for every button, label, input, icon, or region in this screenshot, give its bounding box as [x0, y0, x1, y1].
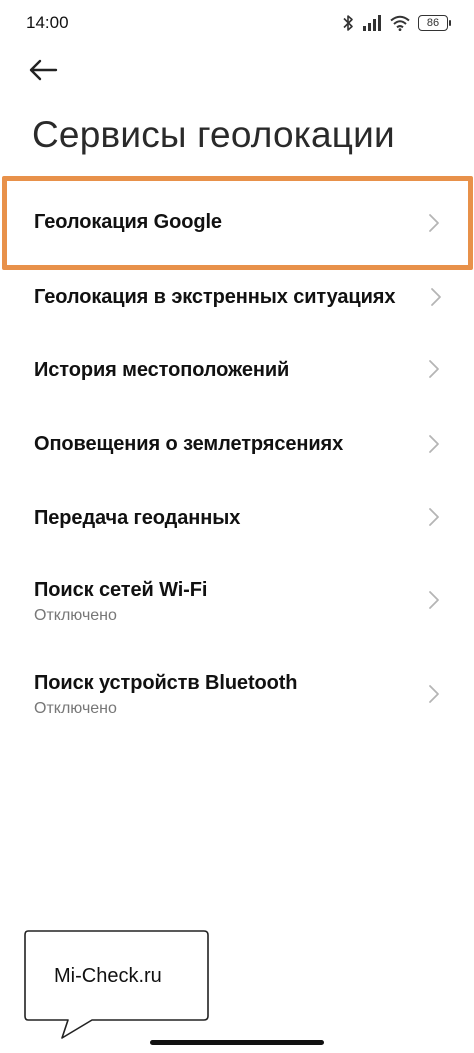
- signal-icon: [362, 15, 382, 31]
- bluetooth-icon: [342, 14, 354, 32]
- list-item-location-history[interactable]: История местоположений: [0, 336, 474, 406]
- back-button[interactable]: [28, 54, 68, 90]
- list-item-bluetooth-scanning[interactable]: Поиск устройств Bluetooth Отключено: [0, 656, 474, 736]
- item-title: Геолокация в экстренных ситуациях: [34, 286, 396, 308]
- chevron-right-icon: [428, 434, 440, 454]
- item-title: Оповещения о землетрясениях: [34, 433, 344, 455]
- battery-level: 86: [426, 16, 440, 29]
- arrow-left-icon: [28, 59, 58, 86]
- chevron-right-icon: [428, 507, 440, 527]
- home-indicator[interactable]: [150, 1040, 324, 1045]
- chevron-right-icon: [428, 359, 440, 379]
- item-subtitle: Отключено: [34, 700, 117, 717]
- item-title: История местоположений: [34, 359, 290, 381]
- item-subtitle: Отключено: [34, 607, 117, 624]
- watermark-text: Mi-Check.ru: [54, 965, 162, 987]
- highlight-frame: [2, 176, 473, 270]
- item-title: Поиск устройств Bluetooth: [34, 672, 298, 694]
- item-title: Передача геоданных: [34, 507, 241, 529]
- item-title: Поиск сетей Wi-Fi: [34, 579, 208, 601]
- wifi-icon: [390, 15, 410, 31]
- list-item-location-sharing[interactable]: Передача геоданных: [0, 484, 474, 554]
- list-item-emergency-location[interactable]: Геолокация в экстренных ситуациях: [0, 262, 474, 332]
- list-item-wifi-scanning[interactable]: Поиск сетей Wi-Fi Отключено: [0, 562, 474, 642]
- status-bar: 14:00 86: [0, 0, 474, 48]
- chevron-right-icon: [428, 590, 440, 610]
- watermark-bubble: Mi-Check.ru: [24, 930, 210, 1045]
- status-time: 14:00: [26, 13, 69, 32]
- screen: 14:00 86 Сервисы геолокации Геолокация G…: [0, 0, 474, 1053]
- chevron-right-icon: [428, 684, 440, 704]
- battery-icon: 86: [418, 15, 451, 31]
- status-icons: 86: [342, 14, 451, 32]
- list-item-earthquake-alerts[interactable]: Оповещения о землетрясениях: [0, 410, 474, 480]
- page-title: Сервисы геолокации: [32, 114, 395, 155]
- chevron-right-icon: [430, 287, 442, 307]
